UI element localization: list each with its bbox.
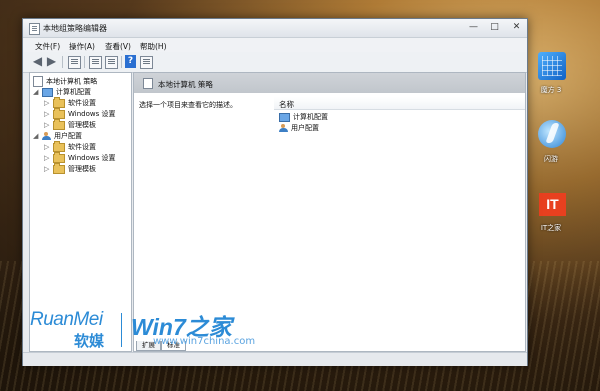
details-title: 本地计算机 策略 xyxy=(158,80,213,89)
window-title: 本地组策略编辑器 xyxy=(43,24,107,33)
show-action-pane-icon[interactable] xyxy=(140,56,153,69)
tree-item-user-admin-templates[interactable]: ▷ 管理模板 xyxy=(44,162,96,175)
minimize-button[interactable]: — xyxy=(467,21,480,33)
expand-icon[interactable]: ▷ xyxy=(44,165,51,173)
description-text: 选择一个项目来查看它的描述。 xyxy=(139,101,237,109)
list-item-label: 计算机配置 xyxy=(293,113,328,121)
list-item-computer-config[interactable]: 计算机配置 xyxy=(279,112,328,122)
status-bar xyxy=(23,352,527,366)
help-icon[interactable]: ? xyxy=(125,55,136,68)
policy-icon xyxy=(33,76,43,87)
list-item-user-config[interactable]: 用户配置 xyxy=(279,123,319,133)
watermark-divider xyxy=(121,313,122,347)
expand-icon[interactable]: ▷ xyxy=(44,99,51,107)
folder-icon xyxy=(53,107,65,119)
flashget-icon xyxy=(538,120,566,148)
export-list-icon[interactable] xyxy=(105,56,118,69)
tree-item-root[interactable]: 本地计算机 策略 xyxy=(33,76,97,87)
desktop-icon-label: 魔方 3 xyxy=(540,86,562,94)
forward-icon[interactable]: ▶ xyxy=(45,55,58,68)
ithome-icon: IT xyxy=(539,193,566,216)
ruanmei-logo-cn: 软媒 xyxy=(74,332,105,350)
desktop-icon-shanyou[interactable]: 闪游 xyxy=(526,120,576,165)
folder-icon xyxy=(53,151,65,163)
toolbar: ◀ ▶ ? xyxy=(23,52,527,73)
details-header: 本地计算机 策略 xyxy=(134,73,525,93)
app-icon xyxy=(29,23,40,35)
tree-item-label: Windows 设置 xyxy=(68,154,116,162)
tree-item-admin-templates[interactable]: ▷ 管理模板 xyxy=(44,118,96,131)
title-bar[interactable]: 本地组策略编辑器 — □ ✕ xyxy=(23,19,527,38)
user-icon xyxy=(42,132,51,140)
menu-file[interactable]: 文件(F) xyxy=(35,41,60,52)
desktop-icon-label: 闪游 xyxy=(544,155,558,163)
list-item-label: 用户配置 xyxy=(291,124,319,132)
menu-help[interactable]: 帮助(H) xyxy=(140,41,167,52)
expand-icon[interactable]: ▷ xyxy=(44,110,51,118)
tree-item-label: 计算机配置 xyxy=(56,88,91,96)
toolbar-separator xyxy=(84,56,85,68)
computer-icon xyxy=(279,112,290,122)
collapse-icon[interactable]: ◢ xyxy=(33,88,40,96)
ruanmei-logo-text: RuanMei xyxy=(30,309,103,330)
desktop-icon-ithome[interactable]: IT IT之家 xyxy=(526,193,576,238)
folder-icon xyxy=(53,118,65,130)
folder-icon xyxy=(53,96,65,108)
tree-item-label: 本地计算机 策略 xyxy=(46,77,98,86)
expand-icon[interactable]: ▷ xyxy=(44,143,51,151)
tree-item-computer-config[interactable]: ◢ 计算机配置 xyxy=(33,87,91,98)
tree-item-user-software-settings[interactable]: ▷ 软件设置 xyxy=(44,140,96,153)
expand-icon[interactable]: ▷ xyxy=(44,121,51,129)
expand-icon[interactable]: ▷ xyxy=(44,154,51,162)
tree-item-label: Windows 设置 xyxy=(68,110,116,118)
win7china-url: www.win7china.com xyxy=(153,336,256,347)
back-icon[interactable]: ◀ xyxy=(31,55,44,68)
close-button[interactable]: ✕ xyxy=(510,21,523,33)
tree-item-label: 软件设置 xyxy=(68,99,96,107)
policy-icon xyxy=(143,78,153,89)
tree-item-label: 管理模板 xyxy=(68,121,96,129)
user-icon xyxy=(279,124,288,132)
cube-icon xyxy=(538,52,566,80)
menu-action[interactable]: 操作(A) xyxy=(69,41,95,52)
column-label: 名称 xyxy=(279,100,294,109)
tree-item-label: 管理模板 xyxy=(68,165,96,173)
folder-icon xyxy=(53,162,65,174)
desktop-icon-mofang[interactable]: 魔方 3 xyxy=(526,52,576,97)
show-hide-tree-icon[interactable] xyxy=(68,56,81,69)
tree-item-label: 软件设置 xyxy=(68,143,96,151)
menu-view[interactable]: 查看(V) xyxy=(105,41,131,52)
toolbar-separator xyxy=(62,56,63,68)
maximize-button[interactable]: □ xyxy=(488,21,501,33)
toolbar-separator xyxy=(121,56,122,68)
computer-icon xyxy=(42,87,53,97)
column-header-name[interactable]: 名称 xyxy=(274,97,525,110)
desktop-icon-label: IT之家 xyxy=(540,224,562,232)
menu-bar: 文件(F) 操作(A) 查看(V) 帮助(H) xyxy=(23,38,527,52)
folder-icon xyxy=(53,140,65,152)
tree-item-software-settings[interactable]: ▷ 软件设置 xyxy=(44,96,96,109)
properties-icon[interactable] xyxy=(89,56,102,69)
tree-item-label: 用户配置 xyxy=(54,132,82,140)
collapse-icon[interactable]: ◢ xyxy=(33,132,40,140)
